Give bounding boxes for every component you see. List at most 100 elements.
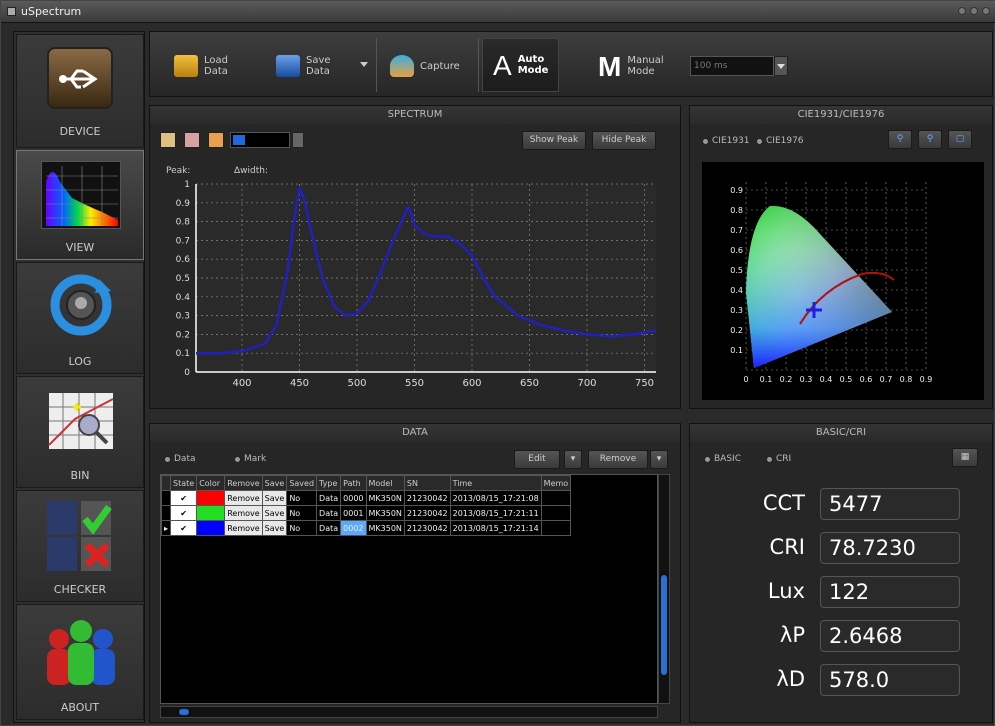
zoom-in-icon: ⚲ bbox=[896, 134, 904, 144]
row-save-button[interactable]: Save bbox=[261, 520, 288, 536]
sidebar-item-bin[interactable]: BIN bbox=[16, 376, 144, 488]
exposure-dropdown-button[interactable] bbox=[774, 56, 788, 76]
row-remove-button[interactable]: Remove bbox=[224, 520, 263, 536]
remove-all-button[interactable]: Remove bbox=[588, 450, 648, 469]
row-gutter bbox=[161, 475, 172, 491]
row-gutter bbox=[161, 490, 172, 506]
load-data-button[interactable]: Load Data bbox=[174, 44, 228, 88]
memo-cell[interactable] bbox=[540, 520, 572, 536]
cie1976-radio[interactable]: CIE1976 bbox=[756, 136, 804, 146]
cie-x-tick-label: 0.1 bbox=[760, 375, 773, 384]
column-header[interactable]: SN bbox=[403, 475, 451, 491]
line-color-dropdown-button[interactable] bbox=[292, 132, 304, 148]
sidebar-item-device[interactable]: DEVICE bbox=[16, 34, 144, 148]
cie1931-radio[interactable]: CIE1931 bbox=[702, 136, 750, 146]
column-header[interactable]: Saved bbox=[286, 475, 318, 491]
line-color-select[interactable] bbox=[230, 132, 290, 148]
state-checkbox[interactable]: ✔ bbox=[170, 505, 198, 521]
horizontal-scrollbar[interactable] bbox=[160, 706, 658, 718]
sidebar-item-checker[interactable]: CHECKER bbox=[16, 490, 144, 602]
cie-panel: CIE1931/CIE1976 CIE1931 CIE1976 ⚲ ⚲ ▢ 0 … bbox=[689, 105, 993, 409]
memo-cell[interactable] bbox=[540, 505, 572, 521]
path-cell[interactable]: 0000 bbox=[340, 490, 367, 506]
y-tick-label: 0 bbox=[184, 368, 190, 378]
checker-icon bbox=[47, 501, 115, 571]
manual-mode-button[interactable]: M Manual Mode bbox=[598, 44, 664, 88]
export-button[interactable]: ▦ bbox=[952, 448, 978, 467]
cri-radio[interactable]: CRI bbox=[766, 454, 791, 464]
cri-radio-label: CRI bbox=[776, 454, 792, 464]
basic-radio-label: BASIC bbox=[714, 454, 741, 464]
column-header[interactable]: Save bbox=[261, 475, 288, 491]
data-radio-label: Data bbox=[174, 454, 196, 464]
sidebar: DEVICE VIEW LOG BIN CHECKER ABOUT bbox=[13, 31, 145, 723]
basic-radio[interactable]: BASIC bbox=[704, 454, 741, 464]
sidebar-item-about[interactable]: ABOUT bbox=[16, 604, 144, 720]
row-save-button[interactable]: Save bbox=[261, 490, 288, 506]
row-remove-button[interactable]: Remove bbox=[224, 505, 263, 521]
save-data-button[interactable]: Save Data bbox=[276, 44, 331, 88]
vertical-scrollbar[interactable] bbox=[658, 474, 670, 704]
mark-radio[interactable]: Mark bbox=[234, 454, 266, 464]
exposure-time-field[interactable]: 100 ms bbox=[690, 56, 774, 76]
path-cell[interactable]: 0002 bbox=[340, 520, 367, 536]
minimize-button[interactable] bbox=[958, 7, 966, 15]
row-remove-button[interactable]: Remove bbox=[224, 490, 263, 506]
saved-cell: No bbox=[286, 505, 318, 521]
close-button[interactable] bbox=[982, 7, 990, 15]
time-cell: 2013/08/15_17:21:08 bbox=[449, 490, 542, 506]
spectrum-tool-2-icon[interactable] bbox=[184, 132, 200, 148]
state-checkbox[interactable]: ✔ bbox=[170, 490, 198, 506]
table-row[interactable]: ✔ Remove Save No Data 0000 MK350N 21230042 2013/… bbox=[161, 490, 572, 506]
memo-cell[interactable] bbox=[540, 490, 572, 506]
column-header[interactable]: Memo bbox=[540, 475, 572, 491]
toolbar-divider bbox=[478, 38, 479, 92]
toolbar-divider bbox=[376, 38, 377, 92]
column-header[interactable]: Path bbox=[340, 475, 367, 491]
table-row[interactable]: ✔ Remove Save No Data 0001 MK350N 21230042 2013/… bbox=[161, 505, 572, 521]
toolbar: Load Data Save Data Capture A Auto Mode M M… bbox=[149, 31, 993, 97]
show-peak-button[interactable]: Show Peak bbox=[522, 131, 586, 150]
auto-mode-button[interactable]: A Auto Mode bbox=[482, 38, 560, 92]
spectrum-tool-1-icon[interactable] bbox=[160, 132, 176, 148]
zoom-in-button[interactable]: ⚲ bbox=[888, 130, 912, 149]
x-tick-label: 400 bbox=[232, 378, 251, 389]
column-header[interactable]: Model bbox=[365, 475, 405, 491]
column-header[interactable]: Remove bbox=[224, 475, 263, 491]
table-row[interactable]: ▸ ✔ Remove Save No Data 0002 MK350N 21230042 2013… bbox=[161, 520, 572, 536]
auto-label-1: Auto bbox=[517, 54, 545, 65]
scrollbar-thumb[interactable] bbox=[661, 575, 667, 675]
edit-button[interactable]: Edit bbox=[514, 450, 560, 469]
save-dropdown-arrow-icon[interactable] bbox=[360, 62, 368, 67]
save-label-2: Data bbox=[306, 66, 330, 77]
data-radio[interactable]: Data bbox=[164, 454, 196, 464]
y-tick-label: 0.2 bbox=[176, 330, 190, 340]
x-tick-label: 700 bbox=[577, 378, 596, 389]
row-save-button[interactable]: Save bbox=[261, 505, 288, 521]
column-header[interactable]: State bbox=[170, 475, 198, 491]
path-cell[interactable]: 0001 bbox=[340, 505, 367, 521]
remove-dropdown-button[interactable]: ▾ bbox=[650, 450, 668, 469]
maximize-button[interactable] bbox=[970, 7, 978, 15]
radio-icon bbox=[234, 455, 241, 463]
model-cell: MK350N bbox=[365, 520, 405, 536]
sidebar-item-log[interactable]: LOG bbox=[16, 262, 144, 374]
color-swatch-cell bbox=[196, 490, 226, 506]
sync-icon bbox=[49, 273, 113, 337]
edit-dropdown-button[interactable]: ▾ bbox=[564, 450, 582, 469]
lux-label: Lux bbox=[767, 579, 805, 603]
capture-button[interactable]: Capture bbox=[390, 44, 460, 88]
zoom-out-button[interactable]: ⚲ bbox=[918, 130, 942, 149]
state-checkbox[interactable]: ✔ bbox=[170, 520, 198, 536]
hide-peak-button[interactable]: Hide Peak bbox=[592, 131, 656, 150]
spectrum-tool-3-icon[interactable] bbox=[208, 132, 224, 148]
hscroll-thumb[interactable] bbox=[179, 709, 189, 715]
column-header[interactable]: Time bbox=[449, 475, 542, 491]
fit-view-button[interactable]: ▢ bbox=[948, 130, 972, 149]
column-header[interactable]: Color bbox=[196, 475, 226, 491]
column-header[interactable]: Type bbox=[316, 475, 342, 491]
sidebar-item-view[interactable]: VIEW bbox=[16, 150, 144, 260]
y-tick-label: 0.1 bbox=[176, 349, 190, 359]
spectrum-panel: SPECTRUM Show Peak Hide Peak Peak: Δwidt… bbox=[149, 105, 681, 409]
spectrum-title: SPECTRUM bbox=[150, 106, 680, 124]
